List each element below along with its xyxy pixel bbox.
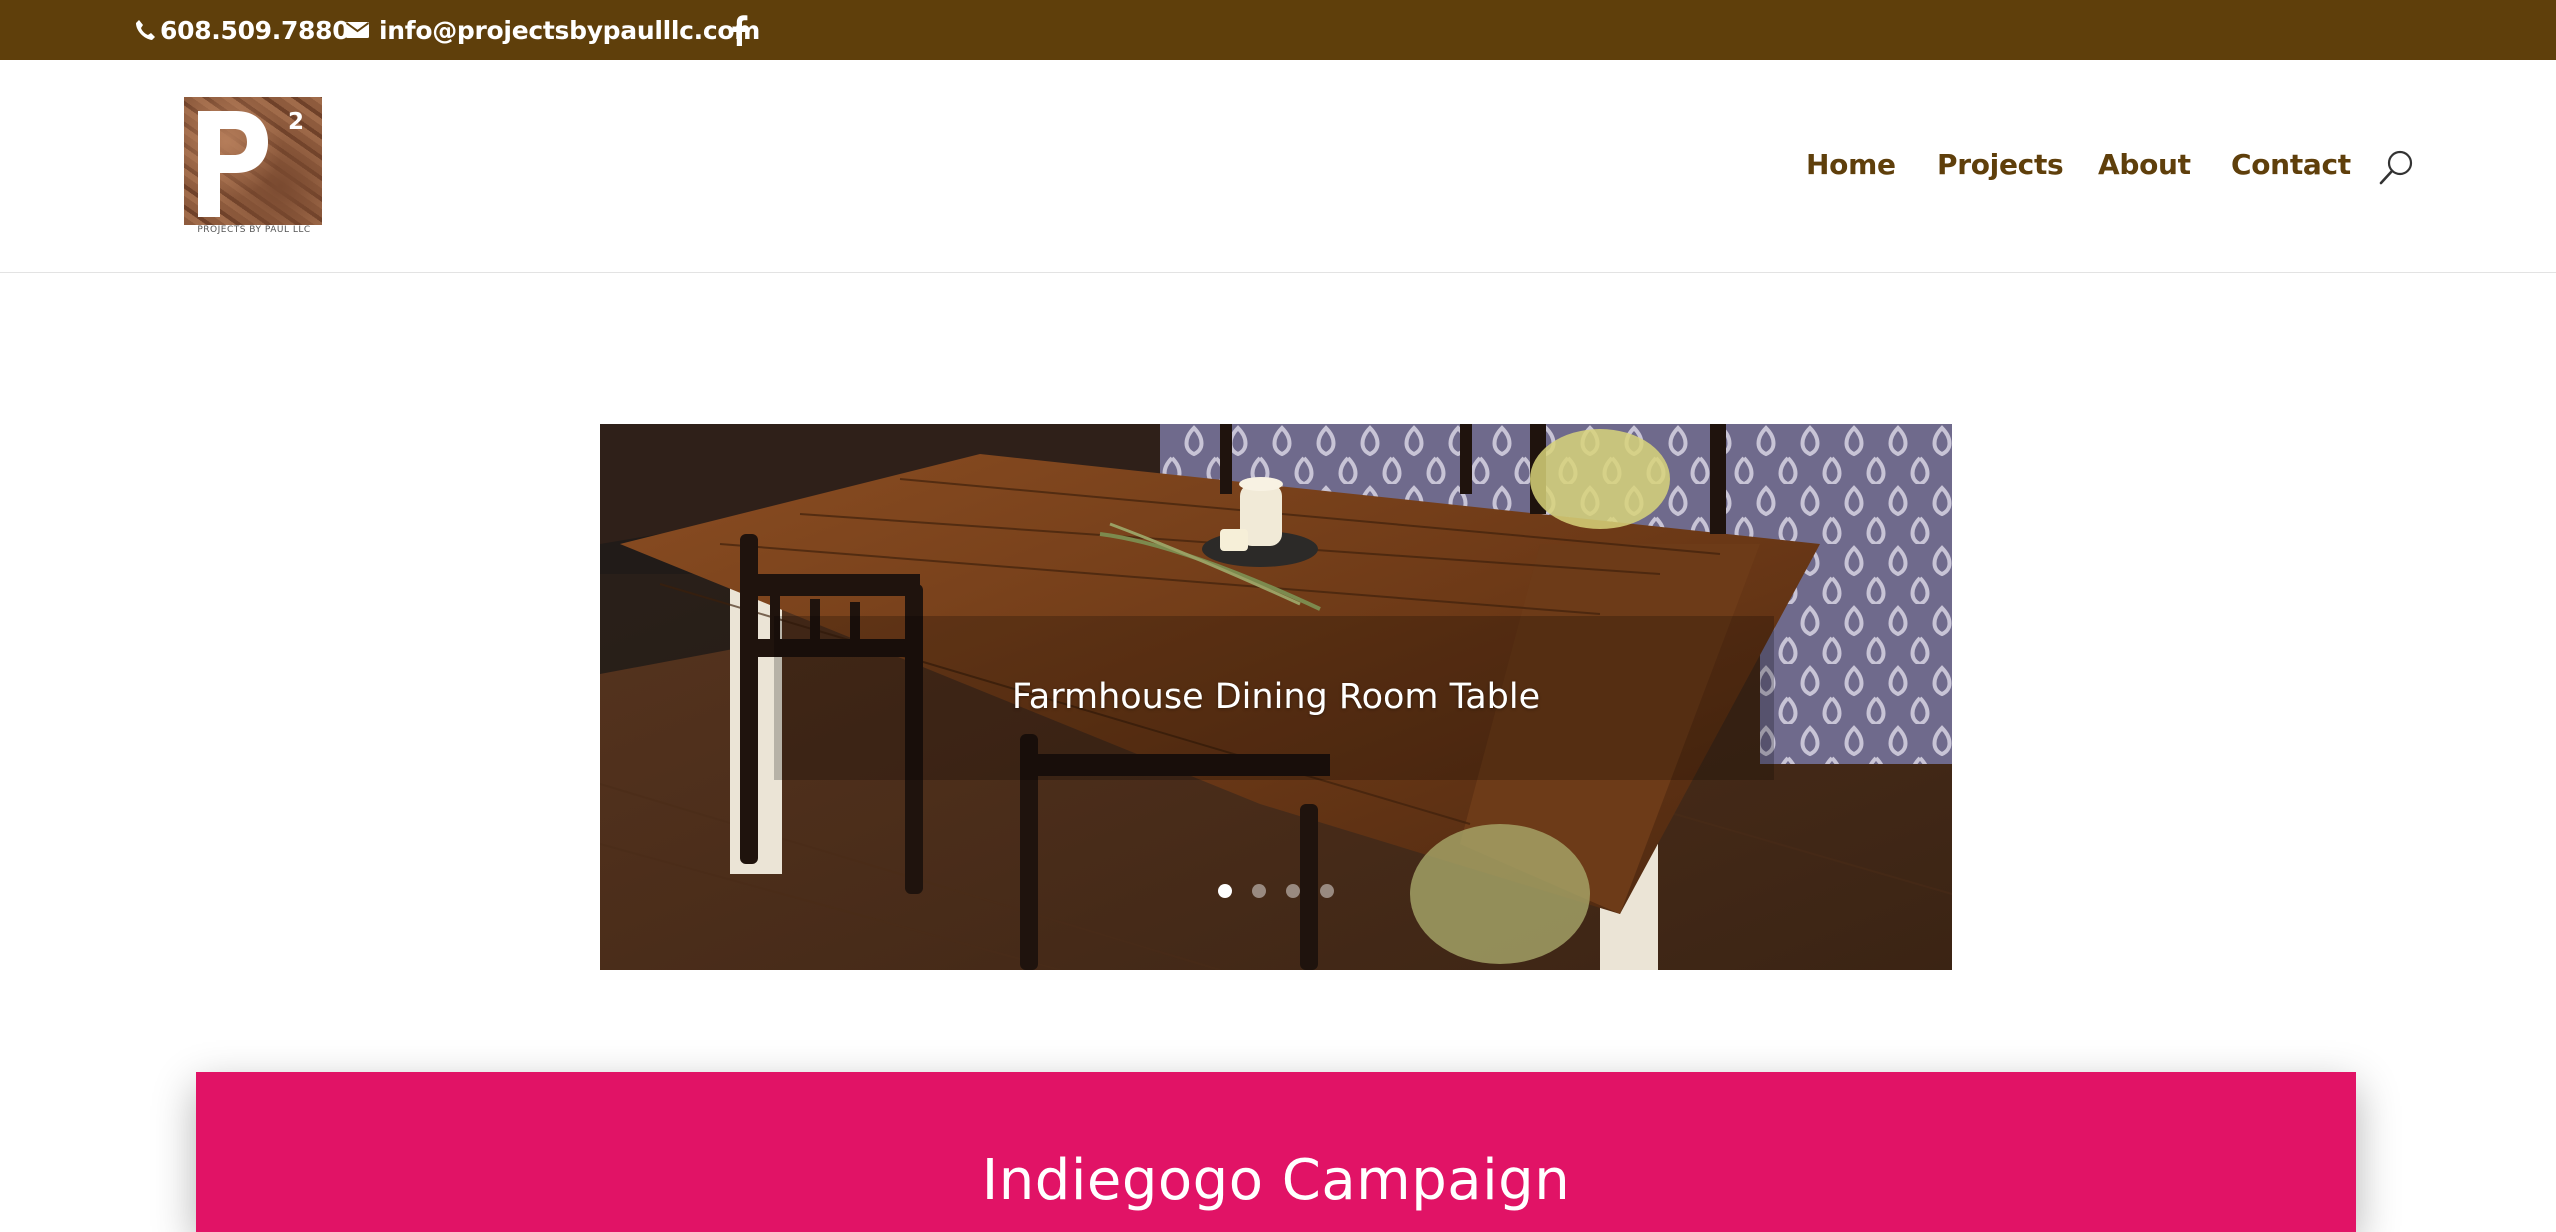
site-header: 2 PROJECTS BY PAUL LLC Home Projects Abo… [0,60,2556,273]
search-icon[interactable] [2378,148,2416,186]
slider-dot-3[interactable] [1286,884,1300,898]
logo-superscript: 2 [288,109,305,135]
phone-number: 608.509.7880 [160,15,350,45]
phone-icon [136,20,155,40]
logo-p-mark [198,111,268,217]
hero-slider[interactable]: Farmhouse Dining Room Table [600,424,1952,970]
nav-about[interactable]: About [2098,148,2191,181]
site-logo[interactable]: 2 PROJECTS BY PAUL LLC [184,97,322,235]
nav-projects[interactable]: Projects [1937,148,2064,181]
campaign-banner: Indiegogo Campaign [196,1072,2356,1232]
campaign-title: Indiegogo Campaign [981,1148,1571,1213]
slider-pagination [1218,884,1334,900]
slider-dot-2[interactable] [1252,884,1266,898]
logo-caption: PROJECTS BY PAUL LLC [197,225,311,235]
phone-link[interactable]: 608.509.7880 [135,0,350,60]
envelope-icon [346,22,369,38]
nav-home[interactable]: Home [1806,148,1896,181]
nav-contact[interactable]: Contact [2231,148,2351,181]
email-link[interactable]: info@projectsbypaulllc.com [346,0,760,60]
email-address: info@projectsbypaulllc.com [379,15,761,45]
slider-dot-4[interactable] [1320,884,1334,898]
facebook-link[interactable] [730,0,748,60]
facebook-icon [732,15,748,46]
slider-dot-1[interactable] [1218,884,1232,898]
top-bar: 608.509.7880 info@projectsbypaulllc.com [0,0,2556,60]
